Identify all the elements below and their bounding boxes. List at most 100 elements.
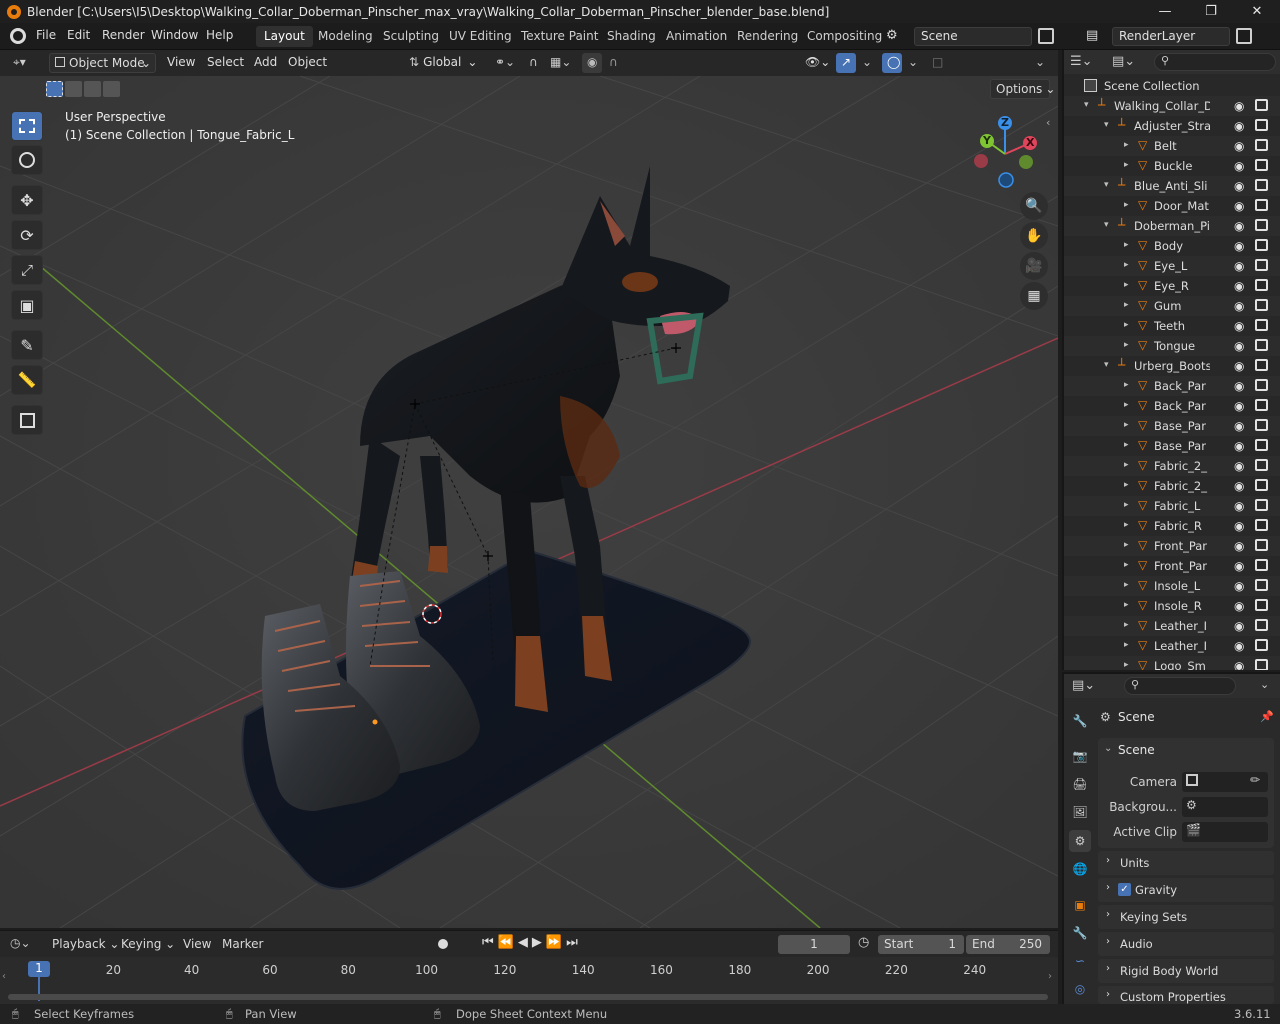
close-button[interactable]: ✕ <box>1234 0 1280 23</box>
outliner-editor-icon[interactable]: ☰⌄ <box>1070 54 1093 69</box>
outliner-item[interactable]: ▸ ▽ Door_Mat ◉ <box>1064 196 1280 216</box>
chevron-down-icon[interactable]: ⌄ <box>1104 743 1112 754</box>
transform-orientation-dropdown[interactable]: ⇅ Global ⌄ <box>404 53 484 73</box>
expand-right-icon[interactable]: ▸ <box>1124 320 1129 330</box>
render-camera-icon[interactable] <box>1255 199 1268 211</box>
measure-tool[interactable]: 📏 <box>11 365 43 395</box>
eye-icon[interactable]: ◉ <box>1234 299 1244 313</box>
expand-right-icon[interactable]: ▸ <box>1124 440 1129 450</box>
playback-controls[interactable]: ⏮⏪◀▶⏩⏭ <box>482 935 582 950</box>
outliner-item[interactable]: ▸ ▽ Front_Par ◉ <box>1064 556 1280 576</box>
eye-icon[interactable]: ◉ <box>1234 259 1244 273</box>
eyedropper-icon[interactable]: ✏ <box>1250 773 1260 787</box>
properties-search-input[interactable]: ⚲ <box>1124 677 1236 695</box>
eye-icon[interactable]: ◉ <box>1234 499 1244 513</box>
render-camera-icon[interactable] <box>1255 379 1268 391</box>
annotate-tool[interactable]: ✎ <box>11 330 43 360</box>
eye-icon[interactable]: ◉ <box>1234 99 1244 113</box>
select-new-icon[interactable] <box>46 81 63 97</box>
outliner-item[interactable]: ▾ ┴ Doberman_Pi ◉ <box>1064 216 1280 236</box>
expand-down-icon[interactable]: ▾ <box>1104 220 1109 230</box>
expand-down-icon[interactable]: ▾ <box>1104 360 1109 370</box>
outliner-item[interactable]: ▸ ▽ Insole_L ◉ <box>1064 576 1280 596</box>
overlays-toggle-icon[interactable]: ◯ <box>882 53 902 73</box>
tab-layout[interactable]: Layout <box>256 26 313 47</box>
tab-scene[interactable]: ⚙ <box>1069 830 1091 852</box>
eye-icon[interactable]: ◉ <box>1234 359 1244 373</box>
timeline-menu-playback[interactable]: Playback ⌄ <box>52 937 119 951</box>
render-camera-icon[interactable] <box>1255 499 1268 511</box>
eye-icon[interactable]: ◉ <box>1234 659 1244 670</box>
outliner-item[interactable]: ▸ ▽ Back_Par ◉ <box>1064 396 1280 416</box>
timeline-menu-keying[interactable]: Keying ⌄ <box>121 937 175 951</box>
outliner-item[interactable]: ▸ ▽ Teeth ◉ <box>1064 316 1280 336</box>
outliner-item[interactable]: ▸ ▽ Fabric_2_ ◉ <box>1064 456 1280 476</box>
eye-icon[interactable]: ◉ <box>1234 479 1244 493</box>
move-tool[interactable]: ✥ <box>11 185 43 215</box>
outliner-item[interactable]: ▸ ▽ Logo_Sm ◉ <box>1064 656 1280 670</box>
expand-down-icon[interactable]: ▾ <box>1104 120 1109 130</box>
eye-icon[interactable]: ◉ <box>1234 379 1244 393</box>
render-camera-icon[interactable] <box>1255 339 1268 351</box>
render-camera-icon[interactable] <box>1255 539 1268 551</box>
expand-right-icon[interactable]: ▸ <box>1124 480 1129 490</box>
snap-icon[interactable]: ∩ <box>524 53 543 73</box>
pin-icon[interactable]: 📌 <box>1260 710 1274 723</box>
render-camera-icon[interactable] <box>1255 99 1268 111</box>
cursor-tool[interactable] <box>11 145 43 175</box>
outliner-item[interactable]: ▸ ▽ Base_Par ◉ <box>1064 416 1280 436</box>
tab-rendering[interactable]: Rendering <box>729 26 806 47</box>
outliner-item[interactable]: ▾ ┴ Adjuster_Stra ◉ <box>1064 116 1280 136</box>
eye-icon[interactable]: ◉ <box>1234 279 1244 293</box>
render-camera-icon[interactable] <box>1255 359 1268 371</box>
render-camera-icon[interactable] <box>1255 439 1268 451</box>
tab-world[interactable]: 🌐 <box>1069 858 1091 880</box>
expand-right-icon[interactable]: ▸ <box>1124 560 1129 570</box>
eye-icon[interactable]: ◉ <box>1234 419 1244 433</box>
eye-icon[interactable]: ◉ <box>1234 139 1244 153</box>
outliner-item[interactable]: ▸ ▽ Leather_I ◉ <box>1064 616 1280 636</box>
expand-right-icon[interactable]: ▸ <box>1124 160 1129 170</box>
tab-render[interactable]: 📷 <box>1069 745 1091 767</box>
menu-help[interactable]: Help <box>206 28 233 42</box>
scene-field[interactable]: Scene <box>914 27 1032 46</box>
eye-icon[interactable]: ◉ <box>1234 219 1244 233</box>
outliner-item[interactable]: ▾ ┴ Urberg_Boots ◉ <box>1064 356 1280 376</box>
menu-render[interactable]: Render <box>102 28 145 42</box>
render-camera-icon[interactable] <box>1255 119 1268 131</box>
minimize-button[interactable]: — <box>1142 0 1188 23</box>
render-camera-icon[interactable] <box>1255 659 1268 670</box>
menu-view[interactable]: View <box>162 53 200 73</box>
scene-selector-icon[interactable]: ⚙ <box>886 28 908 46</box>
eye-icon[interactable]: ◉ <box>1234 319 1244 333</box>
outliner-item[interactable]: ▸ ▽ Tongue ◉ <box>1064 336 1280 356</box>
menu-object[interactable]: Object <box>283 53 332 73</box>
eye-icon[interactable]: ◉ <box>1234 639 1244 653</box>
camera-view-button[interactable]: 🎥 <box>1020 252 1048 280</box>
pivot-point-icon[interactable]: ⚭⌄ <box>490 53 520 73</box>
ortho-toggle-button[interactable]: ▦ <box>1020 282 1048 310</box>
select-extend-icon[interactable] <box>65 81 82 97</box>
eye-icon[interactable]: ◉ <box>1234 159 1244 173</box>
tab-view-layer[interactable]: 🖼 <box>1069 801 1091 823</box>
tab-tool[interactable]: 🔧 <box>1069 710 1091 732</box>
scroll-left-icon[interactable]: ‹ <box>2 971 6 982</box>
render-camera-icon[interactable] <box>1255 139 1268 151</box>
scale-tool[interactable]: ⤢ <box>11 255 43 285</box>
eye-icon[interactable]: ◉ <box>1234 559 1244 573</box>
display-mode-icon[interactable]: ▤⌄ <box>1112 54 1135 69</box>
expand-right-icon[interactable]: ▸ <box>1124 420 1129 430</box>
outliner-item[interactable]: ▸ ▽ Belt ◉ <box>1064 136 1280 156</box>
mode-dropdown[interactable]: Object Mode ⌄ <box>49 53 156 73</box>
tab-modeling[interactable]: Modeling <box>310 26 381 47</box>
eye-icon[interactable]: ◉ <box>1234 459 1244 473</box>
expand-right-icon[interactable]: ▸ <box>1124 600 1129 610</box>
shading-dropdown-icon[interactable]: ⌄ <box>1030 53 1050 73</box>
expand-right-icon[interactable]: ▸ <box>1124 260 1129 270</box>
expand-down-icon[interactable]: ▾ <box>1084 100 1089 110</box>
end-frame-field[interactable]: End 250 <box>966 935 1050 954</box>
rigid-body-world-subpanel[interactable]: › Rigid Body World <box>1098 959 1274 983</box>
expand-right-icon[interactable]: ▸ <box>1124 280 1129 290</box>
tab-compositing[interactable]: Compositing <box>799 26 890 47</box>
expand-right-icon[interactable]: ▸ <box>1124 620 1129 630</box>
